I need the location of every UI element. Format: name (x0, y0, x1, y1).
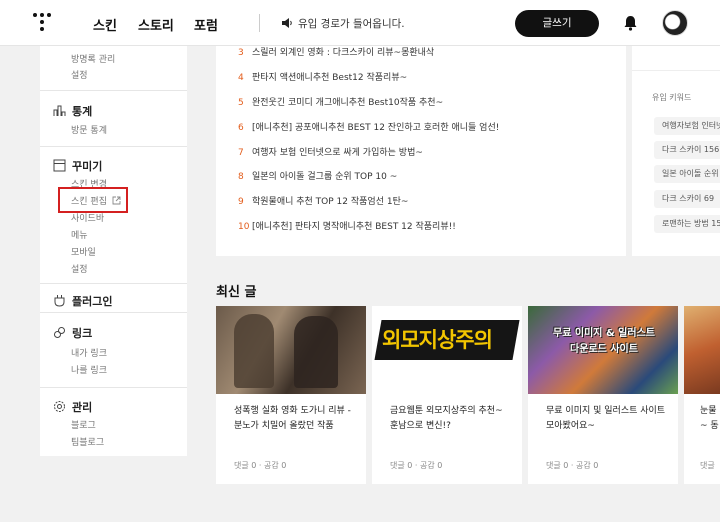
keyword-pill[interactable]: 다크 스카이 156 (654, 141, 720, 159)
post-thumbnail (216, 306, 366, 394)
sidebar-title-stats[interactable]: 통계 (53, 103, 92, 119)
keyword-pill[interactable]: 다크 스카이 69 (654, 190, 720, 208)
thumbnail-text: 외모지상주의 (382, 328, 493, 352)
post-title: 성폭행 실화 영화 도가니 리뷰 - 분노가 치밀어 올랐던 작품 (234, 406, 351, 431)
post-card[interactable]: 눈물~ 동작 댓글 (684, 306, 720, 484)
thumbnail-text: 무료 이미지 & 일러스트 다운로드 사이트 (553, 328, 655, 355)
rank-row[interactable]: 7 여행자 보험 인터넷으로 싸게 가입하는 방법~ (238, 145, 423, 158)
gear-icon (54, 401, 65, 412)
recent-posts-title: 최신 글 (216, 285, 257, 300)
sidebar: 방명록 관리 설정 통계 방문 통계 꾸미기 스킨 변경 스킨 편집 사이드바 … (40, 46, 187, 456)
post-title: 무료 이미지 및 일러스트 사이트 모아봤어요~ (546, 406, 666, 431)
write-button[interactable]: 글쓰기 (515, 10, 599, 37)
sidebar-title-plugin[interactable]: 플러그인 (53, 293, 112, 309)
post-title: 금요웹툰 외모지상주의 추천~ 훈남으로 변신!? (390, 406, 503, 431)
sidebar-section-link: 링크 내가 링크 나를 링크 (40, 312, 187, 387)
post-thumbnail (684, 306, 720, 394)
post-meta: 댓글 0 · 공감 0 (234, 461, 287, 470)
rank-row[interactable]: 4 판타지 액션애니추천 Best12 작품리뷰~ (238, 70, 407, 83)
sidebar-item-mobile[interactable]: 모바일 (71, 245, 96, 258)
top-bar: 스킨 스토리 포럼 유입 경로가 들어옵니다. 글쓰기 (0, 0, 720, 46)
avatar[interactable] (662, 10, 688, 36)
keyword-pill[interactable]: 여행자보험 인터넷 (654, 117, 720, 135)
nav-story[interactable]: 스토리 (138, 15, 174, 34)
sidebar-title-link[interactable]: 링크 (53, 325, 92, 341)
sidebar-item-visit-stats[interactable]: 방문 통계 (71, 123, 107, 136)
sidebar-item-guestbook[interactable]: 방명록 관리 (71, 52, 115, 65)
rank-row[interactable]: 3 스릴러 외계인 영화 : 다크스카이 리뷰~몽환내삭 (238, 45, 434, 58)
sidebar-section-decorate: 꾸미기 스킨 변경 스킨 편집 사이드바 메뉴 모바일 설정 (40, 146, 187, 283)
notice-text[interactable]: 유입 경로가 들어옵니다. (298, 16, 405, 31)
sidebar-section-plugin: 플러그인 (40, 283, 187, 312)
popular-posts-panel: 3 스릴러 외계인 영화 : 다크스카이 리뷰~몽환내삭 4 판타지 액션애니추천 … (216, 46, 626, 256)
sidebar-item-team-blog[interactable]: 팀블로그 (71, 435, 104, 448)
link-icon (54, 327, 65, 338)
sidebar-title-manage[interactable]: 관리 (53, 399, 92, 415)
rank-row[interactable]: 8 일본의 아이돌 걸그룹 순위 TOP 10 ~ (238, 169, 397, 182)
post-card[interactable]: 무료 이미지 & 일러스트 다운로드 사이트 무료 이미지 및 일러스트 사이트… (528, 306, 678, 484)
inflow-keywords-panel: 유입 키워드 여행자보험 인터넷 다크 스카이 156 일본 아이돌 순위 다크… (632, 46, 720, 256)
post-card[interactable]: 성폭행 실화 영화 도가니 리뷰 - 분노가 치밀어 올랐던 작품 댓글 0 ·… (216, 306, 366, 484)
keyword-pill[interactable]: 일본 아이돌 순위 (654, 165, 720, 183)
keyword-pill[interactable]: 로맨하는 방법 155 (654, 215, 720, 233)
post-meta: 댓글 0 · 공감 0 (390, 461, 443, 470)
post-title: 눈물~ 동작 (700, 406, 719, 431)
tistory-logo[interactable] (33, 13, 51, 33)
rank-row[interactable]: 10 [애니추천] 판타지 명작애니추천 BEST 12 작품리뷰!! (238, 219, 456, 232)
sidebar-item-menu[interactable]: 메뉴 (71, 228, 88, 241)
divider (259, 14, 260, 32)
layout-icon (53, 159, 66, 172)
chart-icon (53, 105, 66, 116)
skin-edit-highlight (58, 187, 128, 213)
speaker-icon (282, 18, 292, 28)
plugin-icon (54, 295, 65, 307)
post-thumbnail: 외모지상주의 (372, 306, 522, 394)
sidebar-item-links-to-me[interactable]: 나를 링크 (71, 363, 107, 376)
sidebar-section-manage: 관리 블로그 팀블로그 (40, 387, 187, 456)
bell-icon[interactable] (623, 15, 638, 31)
post-thumbnail: 무료 이미지 & 일러스트 다운로드 사이트 (528, 306, 678, 394)
rank-row[interactable]: 6 [애니추천] 공포애니추천 BEST 12 잔인하고 호러한 애니들 엄선! (238, 120, 499, 133)
rank-row[interactable]: 9 학원물애니 추천 TOP 12 작품엄선 1탄~ (238, 194, 408, 207)
post-meta: 댓글 (700, 461, 715, 470)
sidebar-section-stats: 통계 방문 통계 (40, 90, 187, 146)
rank-row[interactable]: 5 완전웃긴 코미디 개그애니추천 Best10작품 추천~ (238, 95, 443, 108)
nav-skin[interactable]: 스킨 (93, 15, 117, 34)
divider (632, 70, 720, 71)
sidebar-title-decorate[interactable]: 꾸미기 (53, 158, 102, 174)
sidebar-item-my-links[interactable]: 내가 링크 (71, 346, 107, 359)
post-meta: 댓글 0 · 공감 0 (546, 461, 599, 470)
post-card[interactable]: 외모지상주의 금요웹툰 외모지상주의 추천~ 훈남으로 변신!? 댓글 0 · … (372, 306, 522, 484)
nav-forum[interactable]: 포럼 (194, 15, 218, 34)
keywords-title: 유입 키워드 (652, 93, 692, 102)
sidebar-item-settings-top[interactable]: 설정 (71, 68, 88, 81)
sidebar-item-blog[interactable]: 블로그 (71, 418, 96, 431)
sidebar-item-settings[interactable]: 설정 (71, 262, 88, 275)
